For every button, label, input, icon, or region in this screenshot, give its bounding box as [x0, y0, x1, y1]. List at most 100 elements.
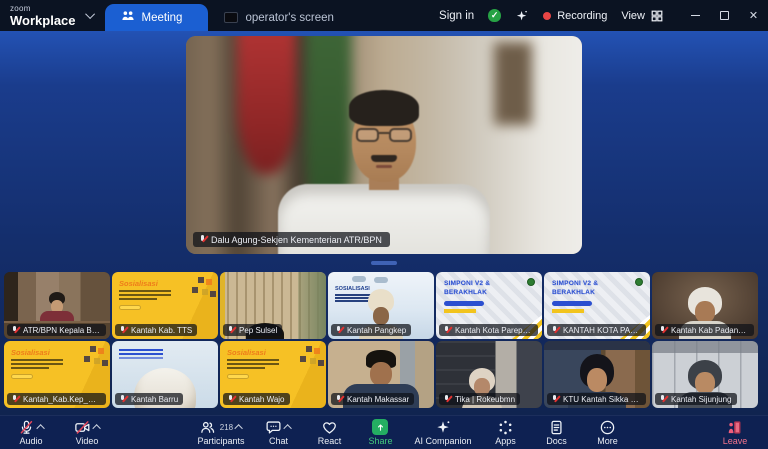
toolbar-button-label: Share: [368, 436, 392, 447]
participant-tile-kantah-kab-tts[interactable]: Sosialisasi Kantah Kab. TTS: [112, 272, 218, 339]
slide-text-line: [11, 367, 49, 369]
slide-pill: [227, 374, 249, 379]
muted-mic-icon: [334, 326, 343, 335]
view-label: View: [621, 10, 645, 22]
participant-tile-kantah-barru[interactable]: Kantah Barru: [112, 341, 218, 408]
slide-title: SIMPONI V2 &: [552, 280, 598, 287]
video-button[interactable]: Video: [70, 418, 104, 447]
muted-mic-icon: [658, 395, 667, 404]
chevron-up-icon[interactable]: [234, 424, 242, 432]
participant-tile-kantah-pangkep[interactable]: SOSIALISASI Kantah Pangkep: [328, 272, 434, 339]
recording-indicator[interactable]: Recording: [543, 10, 607, 22]
toolbar-button-label: Apps: [495, 436, 516, 447]
tab-operator-s-screen[interactable]: operator's screen: [208, 4, 360, 31]
participant-tile-kantah-makassar[interactable]: Kantah Makassar: [328, 341, 434, 408]
gallery-row: ATR/BPN Kepala Bir... Sosialisasi Kantah…: [4, 272, 758, 339]
chevron-up-icon[interactable]: [36, 424, 44, 432]
participant-name: Kantah Kab. TTS: [131, 326, 192, 335]
tab-meeting[interactable]: Meeting: [105, 4, 209, 31]
audio-button[interactable]: Audio: [14, 418, 48, 447]
participant-tile-pep-sulsel[interactable]: Pep Sulsel: [220, 272, 326, 339]
gallery-resize-handle[interactable]: [371, 261, 397, 265]
participant-name: Kantah Pangkep: [347, 326, 406, 335]
toolbar-button-label: React: [318, 436, 342, 447]
brand-zoom-label: zoom: [10, 5, 76, 13]
ai-companion-status-icon[interactable]: [515, 9, 529, 23]
chat-icon: [265, 419, 282, 436]
close-button[interactable]: ✕: [739, 0, 768, 31]
chevron-up-icon[interactable]: [283, 424, 291, 432]
muted-mic-icon: [658, 326, 667, 335]
participant-name: KTU Kantah Sikka - ...: [563, 395, 641, 404]
slide-bar: [552, 309, 584, 313]
tab-strip: Meeting operator's screen: [105, 0, 360, 31]
muted-mic-icon: [334, 395, 343, 404]
participant-tile-kantah-sijunjung[interactable]: Kantah Sijunjung: [652, 341, 758, 408]
sign-in-button[interactable]: Sign in: [439, 10, 474, 22]
more-button[interactable]: More: [591, 418, 625, 447]
muted-mic-icon: [226, 395, 235, 404]
security-shield-icon[interactable]: ✓: [488, 9, 501, 22]
slide-pill: [552, 301, 592, 306]
slide-decoration: [90, 346, 96, 352]
participant-nameplate: Kantah Kab. TTS: [115, 324, 197, 336]
participant-nameplate: Kantah Barru: [115, 393, 183, 405]
docs-icon: [548, 419, 565, 436]
speaker-name: Dalu Agung-Sekjen Kementerian ATR/BPN: [211, 235, 382, 245]
muted-mic-icon: [118, 395, 127, 404]
slide-text-line: [119, 349, 163, 351]
participant-tile-kantah-kab-padang[interactable]: Kantah Kab Padang...: [652, 272, 758, 339]
grid-view-icon: [651, 10, 663, 22]
participant-tile-kantah-wajo[interactable]: Sosialisasi Kantah Wajo: [220, 341, 326, 408]
toolbar-button-label: Video: [76, 436, 99, 447]
minimize-button[interactable]: [681, 0, 710, 31]
apps-button[interactable]: Apps: [489, 418, 523, 447]
meeting-people-icon: [121, 9, 135, 26]
view-button[interactable]: View: [621, 10, 663, 22]
toolbar-button-label: AI Companion: [414, 436, 471, 447]
react-button[interactable]: React: [312, 418, 346, 447]
brand-workplace-label: Workplace: [10, 14, 76, 27]
chat-button[interactable]: Chat: [261, 418, 295, 447]
meeting-stage: Dalu Agung-Sekjen Kementerian ATR/BPN AT…: [0, 31, 768, 415]
participant-tile-ktu-kantah-sikka[interactable]: KTU Kantah Sikka - ...: [544, 341, 650, 408]
speaker-hair: [349, 90, 419, 126]
participant-nameplate: Kantah Makassar: [331, 393, 414, 405]
share-button[interactable]: Share: [363, 418, 397, 447]
slide-text-line: [227, 367, 265, 369]
participant-tile-tika-rokeubmn[interactable]: Tika | Rokeubmn: [436, 341, 542, 408]
participants-button[interactable]: 218 Participants: [197, 418, 244, 447]
slide-text-line: [11, 359, 63, 361]
participant-tile-kantah-kota-parepa[interactable]: SIMPONI V2 & BERAKHLAK Kantah Kota Parep…: [436, 272, 542, 339]
meeting-toolbar: Audio Video 218 Participants Chat: [0, 415, 768, 449]
screen-share-thumbnail-icon: [224, 12, 238, 23]
slide-title: BERAKHLAK: [444, 289, 487, 296]
maximize-button[interactable]: [710, 0, 739, 31]
brand-logo: zoom Workplace: [10, 5, 76, 27]
participant-nameplate: Kantah Sijunjung: [655, 393, 737, 405]
leave-button[interactable]: Leave: [718, 418, 752, 447]
toolbar-button-label: Participants: [197, 436, 244, 447]
participant-tile-kantah-kab-kep-m[interactable]: Sosialisasi Kantah_Kab.Kep_M...: [4, 341, 110, 408]
participant-nameplate: KTU Kantah Sikka - ...: [547, 393, 646, 405]
ai-companion-button[interactable]: AI Companion: [414, 418, 471, 447]
participant-name: ATR/BPN Kepala Bir...: [23, 326, 101, 335]
participant-tile-atr-bpn-kepala-bir[interactable]: ATR/BPN Kepala Bir...: [4, 272, 110, 339]
video-off-icon: [74, 419, 91, 436]
heart-icon: [321, 419, 338, 436]
participant-nameplate: KANTAH KOTA PAR...: [547, 324, 646, 336]
participant-name: Kantah Makassar: [347, 395, 409, 404]
slide-pill: [11, 374, 33, 379]
participant-nameplate: Tika | Rokeubmn: [439, 393, 520, 405]
chevron-down-icon[interactable]: [85, 9, 95, 19]
docs-button[interactable]: Docs: [540, 418, 574, 447]
muted-mic-icon: [198, 235, 207, 244]
toolbar-button-label: More: [597, 436, 618, 447]
participant-gallery: ATR/BPN Kepala Bir... Sosialisasi Kantah…: [4, 272, 758, 408]
participant-name: Kantah_Kab.Kep_M...: [23, 395, 101, 404]
participant-tile-kantah-kota-par[interactable]: SIMPONI V2 & BERAKHLAK KANTAH KOTA PAR..…: [544, 272, 650, 339]
participant-name: Kantah Kab Padang...: [671, 326, 749, 335]
mic-off-icon: [18, 419, 35, 436]
zoom-workplace-menu[interactable]: zoom Workplace: [0, 0, 105, 31]
chevron-up-icon[interactable]: [92, 424, 100, 432]
